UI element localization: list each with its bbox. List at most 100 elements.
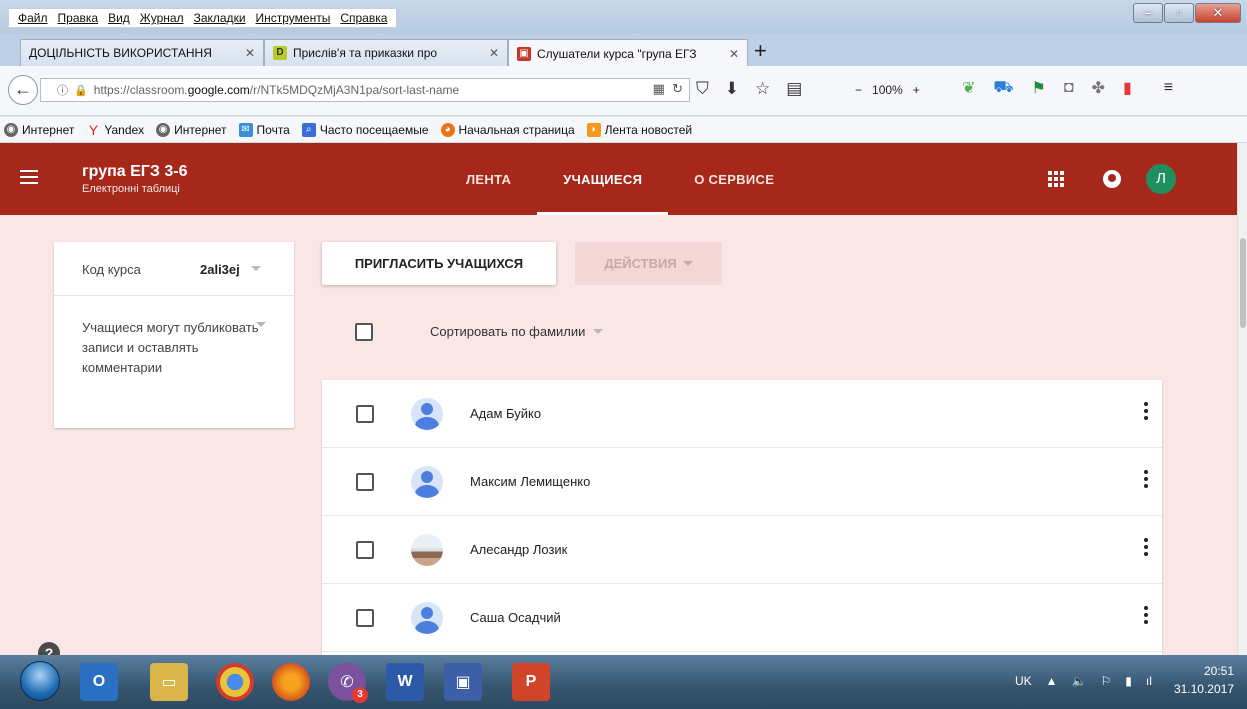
hamburger-menu-icon[interactable] <box>20 170 38 184</box>
info-icon[interactable]: ⓘ <box>57 82 68 98</box>
chevron-down-icon[interactable] <box>256 322 266 327</box>
bookmark-item[interactable]: ◗ Лента новостей <box>586 122 692 137</box>
tray-expand-icon[interactable]: ▲ <box>1046 674 1058 688</box>
menu-edit[interactable]: Правка <box>53 11 104 25</box>
course-code-row[interactable]: Код курса 2ali3ej <box>54 242 294 296</box>
menu-icon[interactable]: ≡ <box>1164 79 1173 97</box>
url-prefix: https://classroom. <box>93 83 188 97</box>
bookmark-item[interactable]: ◉ Интернет <box>156 122 227 137</box>
account-avatar[interactable]: Л <box>1146 164 1176 194</box>
navigation-bar: ← ⓘ 🔒 https://classroom. google.com/r/NTk… <box>0 66 1247 116</box>
scrollbar-thumb[interactable] <box>1240 238 1246 328</box>
bookmarks-library-icon[interactable]: ▤ <box>786 79 802 99</box>
more-vert-icon[interactable] <box>1144 538 1148 558</box>
more-vert-icon[interactable] <box>1144 470 1148 490</box>
viber-icon[interactable]: ✆ 3 <box>328 663 368 703</box>
zoom-level[interactable]: 100% <box>872 83 903 97</box>
more-vert-icon[interactable] <box>1144 606 1148 626</box>
apps-grid-icon[interactable] <box>1048 171 1064 187</box>
student-checkbox[interactable] <box>356 473 374 491</box>
pocket-icon[interactable]: ⛉ <box>696 79 709 99</box>
minimize-button[interactable]: – <box>1133 3 1163 23</box>
more-vert-icon[interactable] <box>1144 402 1148 422</box>
course-subtitle: Електронні таблиці <box>82 183 180 195</box>
flag-icon[interactable]: ▮ <box>1123 78 1132 98</box>
download-icon[interactable]: ⬇ <box>725 79 739 99</box>
course-title[interactable]: група ЕГЗ 3-6 <box>82 163 187 181</box>
battery-icon[interactable]: ▮ <box>1125 674 1132 688</box>
firefox-taskbar-icon[interactable] <box>272 663 310 701</box>
word-icon[interactable]: W <box>386 663 424 701</box>
course-code-label: Код курса <box>82 262 141 277</box>
student-name[interactable]: Алесандр Лозик <box>470 542 567 557</box>
close-tab-icon[interactable]: ✕ <box>483 46 499 60</box>
tab-students[interactable]: УЧАЩИЕСЯ <box>537 143 669 215</box>
tab-stream[interactable]: ЛЕНТА <box>440 143 537 215</box>
classroom-header: група ЕГЗ 3-6 Електронні таблиці ЛЕНТА У… <box>0 143 1237 215</box>
browser-tab-2[interactable]: D Прислів'я та приказки про ✕ <box>264 39 508 66</box>
sort-dropdown[interactable]: Сортировать по фамилии <box>430 324 604 339</box>
student-name[interactable]: Адам Буйко <box>470 406 541 421</box>
students-page: Код курса 2ali3ej Учащиеся могут публико… <box>0 215 1237 655</box>
zoom-in-button[interactable]: + <box>913 83 920 97</box>
close-tab-icon[interactable]: ✕ <box>723 47 739 61</box>
select-all-checkbox[interactable] <box>355 323 373 341</box>
menu-view[interactable]: Вид <box>103 11 135 25</box>
menu-file[interactable]: Файл <box>13 11 53 25</box>
bookmark-item[interactable]: ⌕ Часто посещаемые <box>301 122 429 137</box>
clock-time: 20:51 <box>1203 664 1234 678</box>
chevron-down-icon[interactable] <box>251 266 261 271</box>
close-window-button[interactable]: ✕ <box>1195 3 1241 23</box>
puzzle-icon[interactable]: ✤ <box>1092 78 1105 98</box>
actions-button[interactable]: ДЕЙСТВИЯ <box>575 242 722 285</box>
address-bar[interactable]: ⓘ 🔒 https://classroom. google.com/r/NTk5M… <box>40 78 690 102</box>
network-icon[interactable]: ⚐ <box>1101 674 1112 688</box>
student-checkbox[interactable] <box>356 609 374 627</box>
reader-view-icon[interactable]: ▦ ↻ <box>653 81 683 97</box>
student-name[interactable]: Максим Лемищенко <box>470 474 590 489</box>
extension-icons: ❦ ⛟ ⚑ ◘ ✤ ▮ ≡ <box>962 78 1173 98</box>
zoom-out-button[interactable]: − <box>855 83 862 97</box>
help-icon[interactable]: ? <box>38 642 60 655</box>
vk-icon[interactable]: ⚑ <box>1032 78 1046 98</box>
explorer-folder-icon[interactable]: ▭ <box>150 663 188 701</box>
bookmark-item[interactable]: ◕ Начальная страница <box>440 122 575 137</box>
volume-icon[interactable]: 🔈 <box>1072 674 1087 688</box>
browser-tab-3[interactable]: ▣ Слушатели курса "група ЕГЗ ✕ <box>508 39 748 67</box>
signal-icon[interactable]: ıl <box>1146 674 1152 688</box>
notifications-icon[interactable] <box>1103 170 1121 188</box>
menu-tools[interactable]: Инструменты <box>251 11 336 25</box>
download-helper-icon[interactable]: ❦ <box>962 78 975 98</box>
menu-history[interactable]: Журнал <box>135 11 189 25</box>
start-button[interactable] <box>20 661 60 701</box>
bookmark-item[interactable]: Y Yandex <box>86 123 144 137</box>
back-button[interactable]: ← <box>8 75 38 105</box>
bookmark-item[interactable]: ◉ Интернет <box>4 122 74 137</box>
save-disk-icon[interactable]: ▣ <box>444 663 482 701</box>
menu-bookmarks[interactable]: Закладки <box>189 11 251 25</box>
menu-help[interactable]: Справка <box>335 11 392 25</box>
chrome-icon[interactable] <box>216 663 254 701</box>
student-name[interactable]: Саша Осадчий <box>470 610 561 625</box>
shop-bag-icon[interactable]: ◘ <box>1064 79 1074 97</box>
bookmark-item[interactable]: ✉ Почта <box>238 122 290 137</box>
avatar <box>411 466 443 498</box>
browser-tab-1[interactable]: ДОЦІЛЬНІСТЬ ВИКОРИСТАННЯ ✕ <box>20 39 264 66</box>
powerpoint-icon[interactable]: P <box>512 663 550 701</box>
bookmark-label: Начальная страница <box>458 122 575 137</box>
clock[interactable]: 20:51 31.10.2017 <box>1164 662 1234 698</box>
outlook-icon[interactable]: O <box>80 663 118 701</box>
avatar-photo <box>411 534 443 566</box>
new-tab-icon[interactable]: + <box>754 40 767 62</box>
student-checkbox[interactable] <box>356 541 374 559</box>
star-icon[interactable]: ☆ <box>755 79 770 99</box>
maximize-button[interactable]: ▫ <box>1164 3 1194 23</box>
tab-about[interactable]: О СЕРВИСЕ <box>668 143 800 215</box>
close-tab-icon[interactable]: ✕ <box>239 46 255 60</box>
cart-icon[interactable]: ⛟ <box>993 78 1013 98</box>
language-indicator[interactable]: UK <box>1015 674 1032 688</box>
student-checkbox[interactable] <box>356 405 374 423</box>
menu-items: Файл Правка Вид Журнал Закладки Инструме… <box>8 8 398 28</box>
page-scrollbar[interactable] <box>1237 143 1247 655</box>
invite-students-button[interactable]: ПРИГЛАСИТЬ УЧАЩИХСЯ <box>322 242 556 285</box>
